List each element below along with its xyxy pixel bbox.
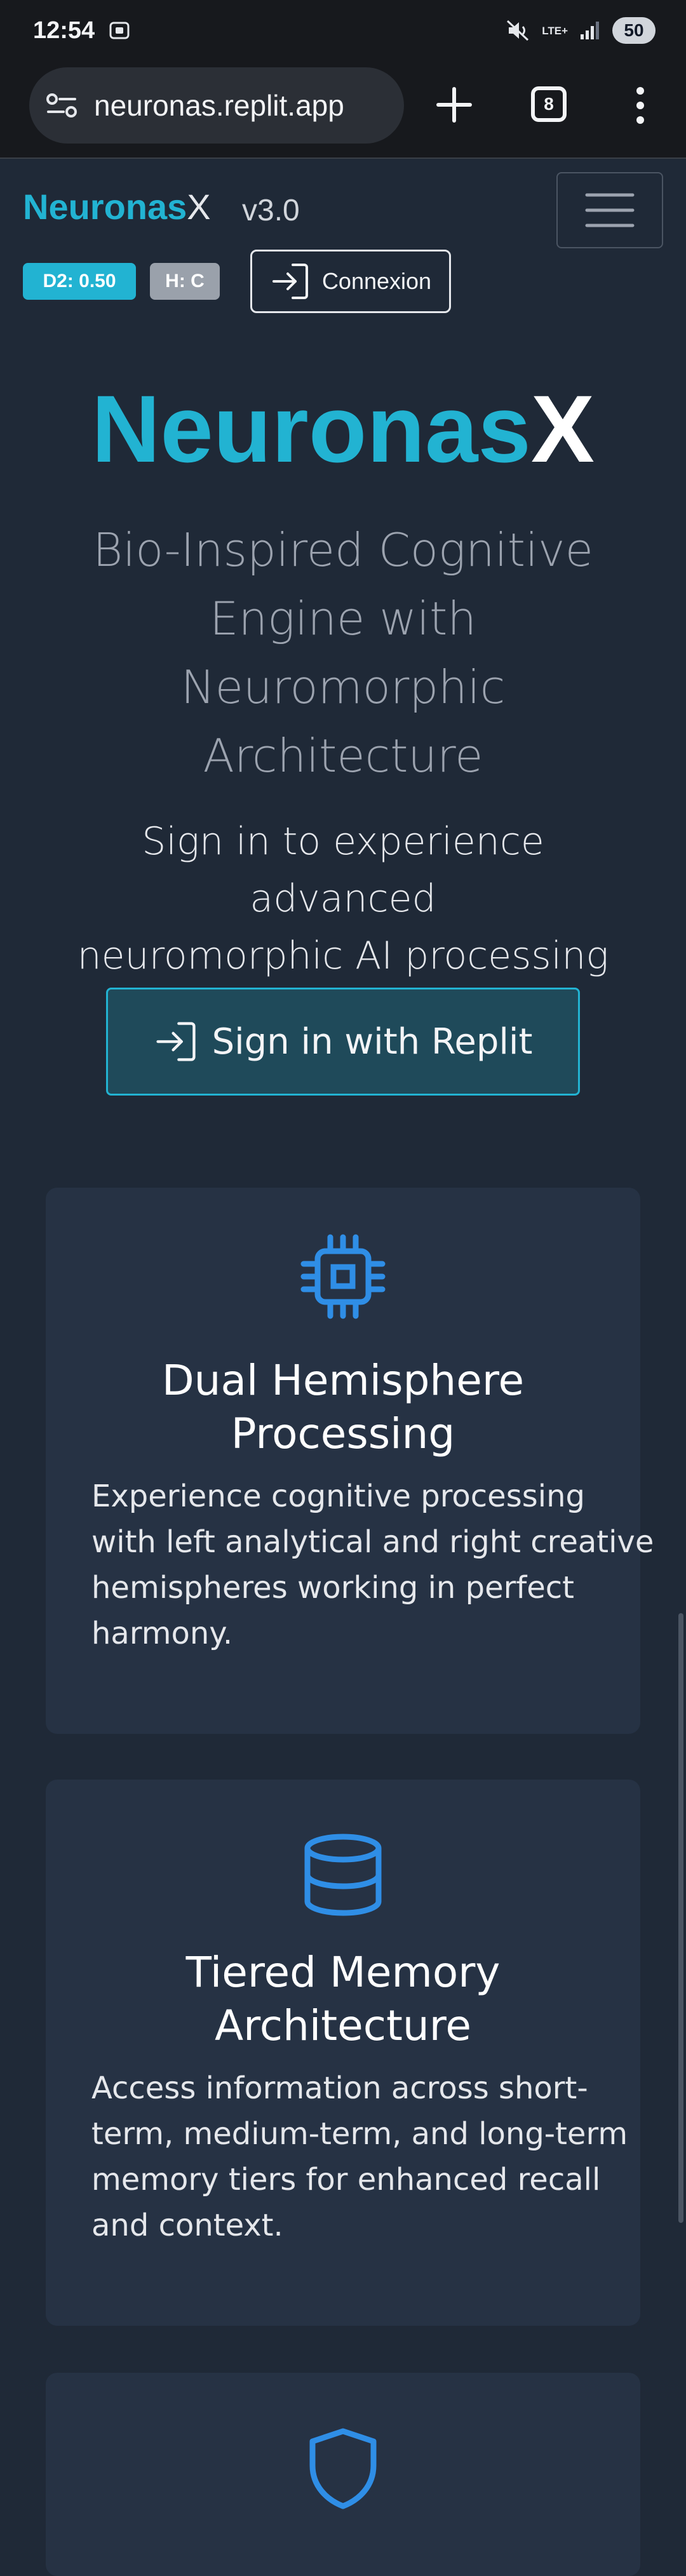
feature-card-tiered-memory: Tiered Memory Architecture Access inform… [46,1780,640,2326]
feature-text-line: with left analytical and right creative [91,1524,654,1560]
sign-in-icon [156,1022,196,1061]
hero-title-primary: Neuronas [91,375,531,482]
feature-text-line: harmony. [91,1616,233,1651]
hamburger-icon [585,193,635,227]
status-right: LTE+ 50 [506,17,656,44]
tab-switcher-button[interactable]: 8 [531,86,567,122]
version-label: v3.0 [242,194,300,227]
login-button[interactable]: Connexion [250,250,451,313]
signal-icon [581,22,599,39]
feature-title: Tiered Memory Architecture [46,1946,640,2053]
hemisphere-status-badge: H: C [150,263,220,300]
login-button-label: Connexion [321,268,432,294]
signin-prompt-line: Sign in to experience advanced [142,819,544,921]
status-left: 12:54 [33,17,130,44]
feature-title-line: Architecture [214,2001,472,2050]
status-time: 12:54 [33,17,95,44]
browser-toolbar: neuronas.replit.app 8 [0,61,686,159]
feature-title: Dual Hemisphere Processing [46,1354,640,1461]
hero-subtitle-line: Bio-Inspired Cognitive [93,523,593,577]
feature-description: Experience cognitive processing with lef… [91,1473,654,1656]
feature-title-line: Tiered Memory [185,1948,501,1997]
feature-card-security [46,2373,640,2576]
feature-text-line: memory tiers for enhanced recall [91,2162,601,2197]
signin-prompt-line: neuromorphic AI processing [77,934,609,978]
signin-with-replit-button[interactable]: Sign in with Replit [106,988,580,1096]
signin-button-label: Sign in with Replit [212,1021,533,1063]
page-scrollbar[interactable] [678,1613,683,2223]
network-type: LTE+ [542,24,568,37]
status-bar: 12:54 LTE+ 50 [0,0,686,61]
cpu-chip-icon [300,1234,386,1319]
hero-subtitle-line: Engine with Neuromorphic [180,592,506,714]
site-settings-icon[interactable] [46,91,79,119]
d2-status-badge: D2: 0.50 [23,263,136,300]
brand-primary: Neuronas [23,187,187,227]
hero-title-secondary: X [530,375,595,482]
sign-in-icon [272,264,308,299]
url-text[interactable]: neuronas.replit.app [94,88,344,123]
feature-text-line: term, medium-term, and long-term [91,2116,628,2152]
hero-subtitle-line: Architecture [203,729,483,782]
new-tab-icon[interactable] [432,83,476,127]
address-bar[interactable]: neuronas.replit.app [29,67,404,144]
navbar-toggle-button[interactable] [556,172,663,248]
hero-subtitle: Bio-Inspired Cognitive Engine with Neuro… [57,516,629,790]
feature-title-line: Processing [231,1409,455,1458]
shield-icon [309,2428,377,2509]
signin-prompt: Sign in to experience advanced neuromorp… [51,813,635,984]
feature-description: Access information across short- term, m… [91,2065,628,2248]
brand-logo[interactable]: NeuronasX [23,189,211,225]
feature-text-line: and context. [91,2208,283,2243]
battery-indicator: 50 [612,17,656,44]
database-icon [304,1834,382,1916]
feature-title-line: Dual Hemisphere [161,1356,525,1405]
brand-secondary: X [187,187,211,227]
feature-text-line: Access information across short- [91,2070,588,2106]
more-menu-icon[interactable] [629,85,652,126]
feature-text-line: hemispheres working in perfect [91,1570,574,1606]
screenshot-icon [109,22,130,39]
hero-title: NeuronasX [0,381,686,476]
feature-text-line: Experience cognitive processing [91,1479,585,1514]
mute-icon [507,20,529,41]
feature-card-dual-hemisphere: Dual Hemisphere Processing Experience co… [46,1188,654,1734]
